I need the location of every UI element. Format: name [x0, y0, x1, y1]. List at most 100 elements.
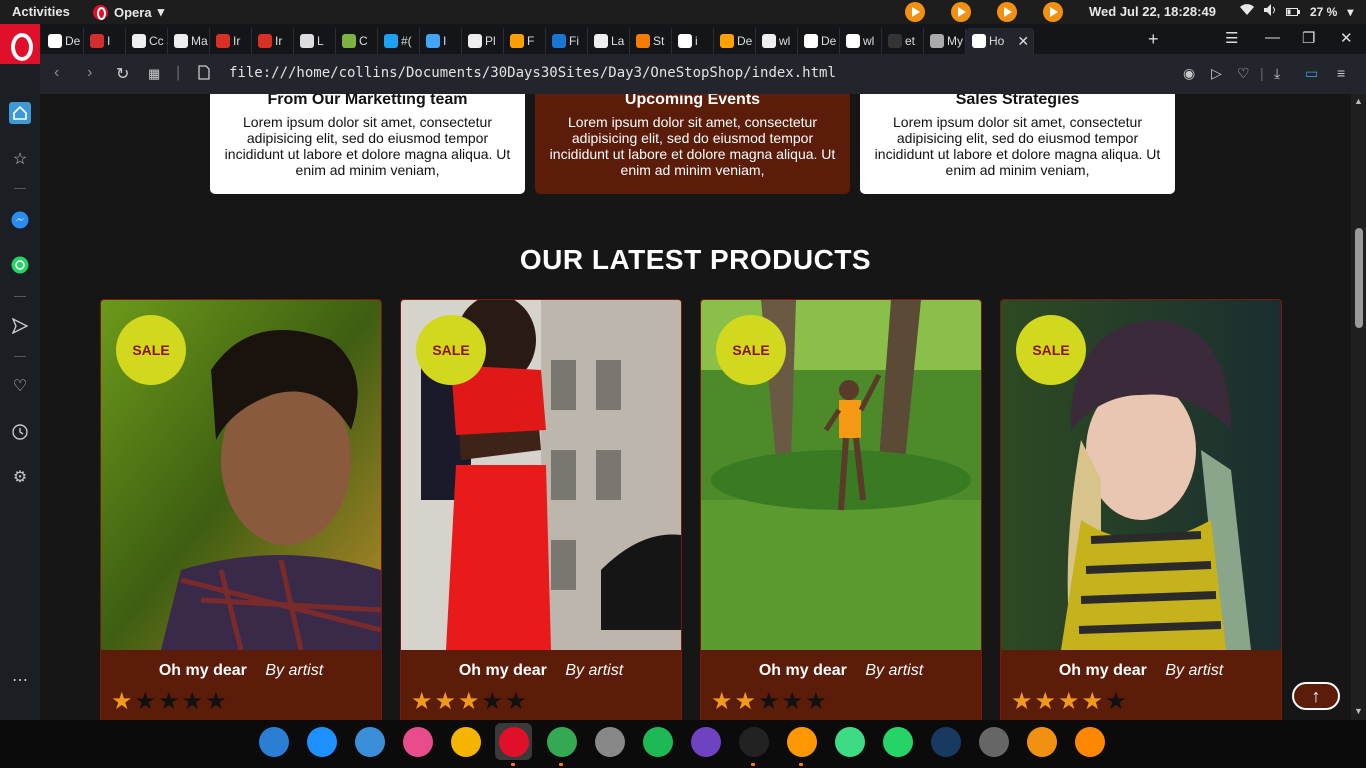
browser-tab[interactable]: Ir — [252, 28, 294, 54]
settings-icon[interactable] — [591, 723, 628, 760]
heart-icon[interactable]: ♡ — [9, 375, 31, 397]
browser-tab[interactable]: L — [294, 28, 336, 54]
media-play-icon[interactable] — [951, 2, 971, 22]
messenger-icon[interactable] — [9, 209, 31, 231]
url-field[interactable]: file:///home/collins/Documents/30Days30S… — [229, 65, 836, 81]
send-page-icon[interactable]: ▷ — [1211, 65, 1222, 82]
settings-gear-icon[interactable]: ⚙ — [9, 466, 31, 488]
page-scrollbar[interactable]: ▲ ▼ — [1351, 94, 1366, 720]
bookmark-heart-icon[interactable]: ♡ — [1237, 65, 1250, 82]
browser-tab[interactable]: De — [798, 28, 840, 54]
vlc-icon[interactable] — [1071, 723, 1108, 760]
star-empty-icon: ★ — [781, 688, 804, 715]
browser-tab[interactable]: De — [714, 28, 756, 54]
browser-tab[interactable]: St — [630, 28, 672, 54]
minimize-icon[interactable]: — — [1265, 29, 1280, 46]
whatsapp-icon[interactable] — [879, 723, 916, 760]
spotify-icon[interactable] — [639, 723, 676, 760]
close-window-icon[interactable]: ✕ — [1340, 29, 1353, 47]
itunes-icon[interactable] — [399, 723, 436, 760]
media-play-icon[interactable] — [905, 2, 925, 22]
android-studio-icon[interactable] — [831, 723, 868, 760]
browser-tab[interactable]: Ma — [168, 28, 210, 54]
send-flow-icon[interactable] — [9, 315, 31, 337]
maximize-icon[interactable]: ❐ — [1302, 29, 1315, 47]
browser-tab[interactable]: I — [420, 28, 462, 54]
browser-tab[interactable]: et — [882, 28, 924, 54]
safari-icon[interactable] — [351, 723, 388, 760]
product-card[interactable]: SALE Oh my dear By artist ★ ★ ★ ★ ★ — [100, 299, 382, 720]
browser-tab[interactable]: Cc — [126, 28, 168, 54]
sidebar-divider — [14, 356, 26, 357]
browser-tab[interactable]: De — [42, 28, 84, 54]
info-card-sales: Sales Strategies Lorem ipsum dolor sit a… — [860, 94, 1175, 194]
browser-tab[interactable]: My — [924, 28, 966, 54]
plex-icon[interactable] — [1023, 723, 1060, 760]
tab-label: C — [359, 34, 368, 48]
more-options-icon[interactable]: ⋯ — [9, 669, 31, 691]
scroll-thumb[interactable] — [1355, 228, 1363, 328]
document-icon — [762, 34, 776, 48]
app-menu[interactable]: Opera ▾ — [93, 4, 164, 20]
product-name: Oh my dear — [758, 662, 847, 679]
browser-tab[interactable]: i — [672, 28, 714, 54]
product-card[interactable]: SALE Oh my dear By artist ★ ★ ★ ★ ★ — [400, 299, 682, 720]
tabs-overview-icon[interactable]: ▦ — [148, 66, 160, 82]
speed-dial-star-icon[interactable]: ☆ — [9, 148, 31, 170]
tab-label: My — [947, 34, 963, 48]
forward-icon[interactable]: › — [87, 64, 92, 82]
browser-tab[interactable]: F — [504, 28, 546, 54]
clock[interactable]: Wed Jul 22, 18:28:49 — [1089, 4, 1216, 19]
sublime-icon[interactable] — [783, 723, 820, 766]
browser-tab[interactable]: La — [588, 28, 630, 54]
tab-menu-icon[interactable]: ☰ — [1225, 29, 1238, 47]
history-clock-icon[interactable] — [9, 421, 31, 443]
activities-button[interactable]: Activities — [12, 4, 70, 19]
downloads-icon[interactable]: ⤓ — [1274, 65, 1280, 82]
product-card[interactable]: SALE Oh my dear By artist ★ ★ ★ ★ ★ — [700, 299, 982, 720]
browser-tab[interactable]: C — [336, 28, 378, 54]
tab-label: et — [905, 34, 916, 48]
scroll-to-top-button[interactable]: ↑ — [1292, 682, 1340, 710]
home-icon[interactable] — [9, 102, 31, 124]
browser-tab[interactable]: Fi — [546, 28, 588, 54]
star-empty-icon: ★ — [505, 688, 527, 715]
product-artist: By artist — [865, 662, 924, 679]
virtualbox-icon[interactable] — [927, 723, 964, 760]
browser-tab[interactable]: wl — [756, 28, 798, 54]
google-icon — [846, 34, 860, 48]
back-icon[interactable]: ‹ — [54, 64, 59, 82]
finder-icon[interactable] — [255, 723, 292, 760]
close-tab-icon[interactable]: ✕ — [1017, 33, 1029, 50]
easy-setup-icon[interactable]: ≡ — [1337, 65, 1345, 81]
github-desktop-icon[interactable] — [687, 723, 724, 760]
opera-menu-button[interactable] — [0, 24, 40, 64]
browser-tab[interactable]: wl — [840, 28, 882, 54]
browser-tab[interactable]: I — [84, 28, 126, 54]
chrome-icon[interactable] — [543, 723, 580, 766]
media-play-icon[interactable] — [1043, 2, 1063, 22]
system-status-area[interactable]: 27 % ▾ — [1240, 4, 1353, 19]
browser-tab[interactable]: #( — [378, 28, 420, 54]
trucks-icon[interactable] — [975, 723, 1012, 760]
tab-label: F — [527, 34, 535, 48]
terminal-icon[interactable] — [735, 723, 772, 766]
info-card-title: Upcoming Events — [624, 94, 761, 108]
snapshot-camera-icon[interactable]: ◉ — [1183, 65, 1195, 82]
tab-label: Fi — [569, 34, 579, 48]
tab-label: #( — [401, 34, 412, 48]
reload-icon[interactable]: ↻ — [116, 64, 129, 84]
photos-icon[interactable] — [447, 723, 484, 760]
product-card[interactable]: SALE Oh my dear By artist ★ ★ ★ ★ ★ — [1000, 299, 1282, 720]
opera-icon[interactable] — [495, 723, 532, 766]
media-play-icon[interactable] — [997, 2, 1017, 22]
browser-tab[interactable]: Ho ✕ — [966, 28, 1034, 54]
scroll-down-arrow-icon[interactable]: ▼ — [1354, 706, 1363, 716]
battery-saver-icon[interactable]: ▭ — [1305, 65, 1318, 82]
app-store-icon[interactable] — [303, 723, 340, 760]
whatsapp-icon[interactable] — [9, 254, 31, 276]
browser-tab[interactable]: Ir — [210, 28, 252, 54]
new-tab-button[interactable]: + — [1148, 29, 1159, 50]
browser-tab[interactable]: Pl — [462, 28, 504, 54]
scroll-up-arrow-icon[interactable]: ▲ — [1354, 96, 1363, 106]
